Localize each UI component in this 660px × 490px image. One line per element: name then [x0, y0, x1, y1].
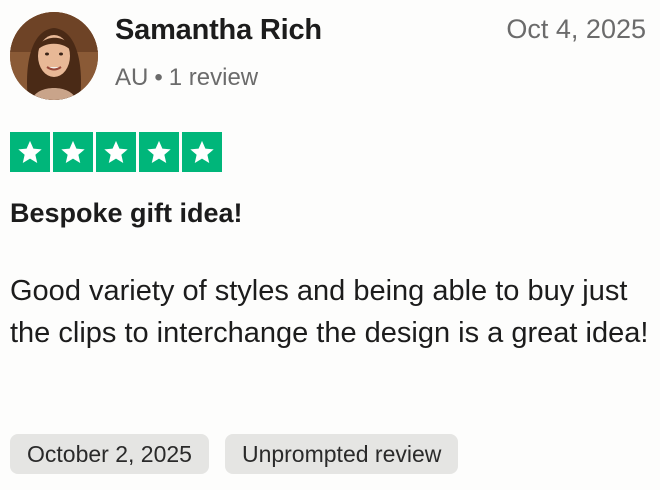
- star-icon: [10, 132, 50, 172]
- review-title[interactable]: Bespoke gift idea!: [10, 198, 243, 229]
- unprompted-review-chip[interactable]: Unprompted review: [224, 434, 459, 474]
- star-icon: [139, 132, 179, 172]
- review-posted-date: Oct 4, 2025: [506, 14, 646, 44]
- review-chips: October 2, 2025 Unprompted review: [10, 434, 459, 474]
- review-text: Good variety of styles and being able to…: [10, 275, 649, 349]
- star-icon: [182, 132, 222, 172]
- meta-separator: •: [154, 64, 163, 91]
- star-icon: [53, 132, 93, 172]
- star-rating: [10, 132, 222, 172]
- review-card: Samantha Rich AU • 1 review Oct 4, 2025 Be…: [0, 0, 660, 490]
- avatar-photo-icon: [10, 12, 98, 100]
- reviewer-avatar[interactable]: [10, 12, 98, 100]
- reviewer-country: AU: [115, 64, 149, 91]
- reviewer-meta: AU • 1 review: [115, 64, 258, 92]
- star-icon: [96, 132, 136, 172]
- reviewer-name[interactable]: Samantha Rich: [115, 14, 322, 47]
- reviewer-review-count[interactable]: 1 review: [169, 64, 258, 91]
- experience-date-chip: October 2, 2025: [10, 434, 209, 474]
